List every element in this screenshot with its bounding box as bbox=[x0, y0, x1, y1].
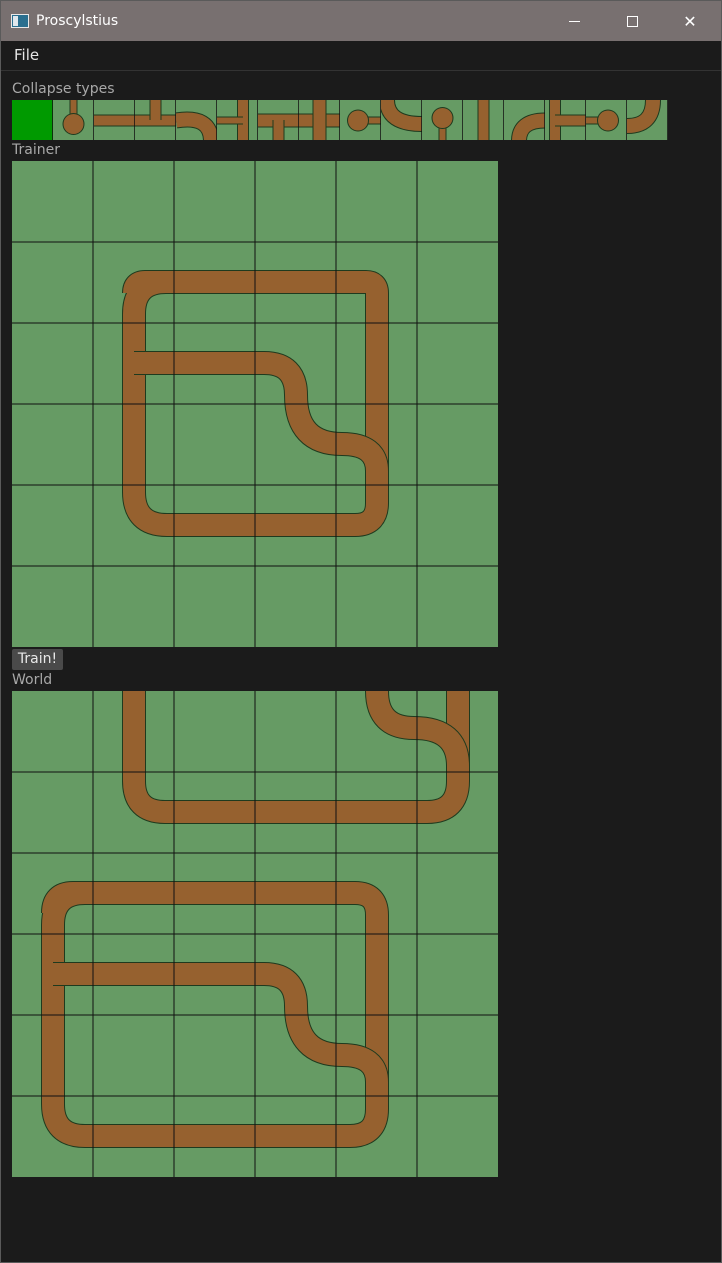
collapse-type-tile[interactable] bbox=[94, 100, 135, 140]
collapse-type-tile[interactable] bbox=[504, 100, 545, 140]
collapse-type-tile[interactable] bbox=[12, 100, 53, 140]
train-button[interactable]: Train! bbox=[12, 649, 63, 670]
tile-knob bbox=[63, 114, 84, 134]
collapse-type-tile[interactable] bbox=[217, 100, 258, 140]
collapse-type-tile[interactable] bbox=[340, 100, 381, 140]
minimize-button[interactable] bbox=[545, 1, 603, 41]
collapse-type-tile[interactable] bbox=[258, 100, 299, 140]
app-window: Proscylstius ✕ File Collapse types Train… bbox=[0, 0, 722, 1263]
close-icon: ✕ bbox=[683, 11, 697, 31]
trainer-label: Trainer bbox=[12, 142, 60, 158]
app-icon bbox=[11, 14, 29, 28]
tile-background bbox=[12, 100, 53, 140]
tile-knob-r bbox=[348, 110, 368, 131]
maximize-icon bbox=[626, 15, 638, 27]
world-grid[interactable] bbox=[12, 691, 498, 1177]
collapse-type-tile[interactable] bbox=[299, 100, 340, 140]
collapse-type-tile[interactable] bbox=[586, 100, 627, 140]
collapse-type-tile[interactable] bbox=[463, 100, 504, 140]
menu-bar: File bbox=[1, 41, 721, 71]
minimize-icon bbox=[568, 20, 580, 22]
collapse-type-tile[interactable] bbox=[545, 100, 586, 140]
menu-file[interactable]: File bbox=[8, 44, 45, 66]
trainer-grid[interactable] bbox=[12, 161, 498, 647]
collapse-type-tile[interactable] bbox=[135, 100, 176, 140]
collapse-type-tile[interactable] bbox=[422, 100, 463, 140]
world-label: World bbox=[12, 672, 53, 688]
collapse-types-label: Collapse types bbox=[12, 81, 115, 97]
close-button[interactable]: ✕ bbox=[661, 1, 719, 41]
title-bar[interactable]: Proscylstius ✕ bbox=[1, 1, 721, 41]
window-title: Proscylstius bbox=[36, 13, 119, 29]
maximize-button[interactable] bbox=[603, 1, 661, 41]
collapse-type-tile[interactable] bbox=[53, 100, 94, 140]
collapse-type-tile[interactable] bbox=[381, 100, 422, 140]
collapse-types-strip bbox=[12, 100, 668, 140]
collapse-type-tile[interactable] bbox=[627, 100, 668, 140]
collapse-type-tile[interactable] bbox=[176, 100, 217, 140]
tile-knob-d bbox=[432, 108, 453, 128]
tile-knob-l bbox=[598, 110, 618, 131]
